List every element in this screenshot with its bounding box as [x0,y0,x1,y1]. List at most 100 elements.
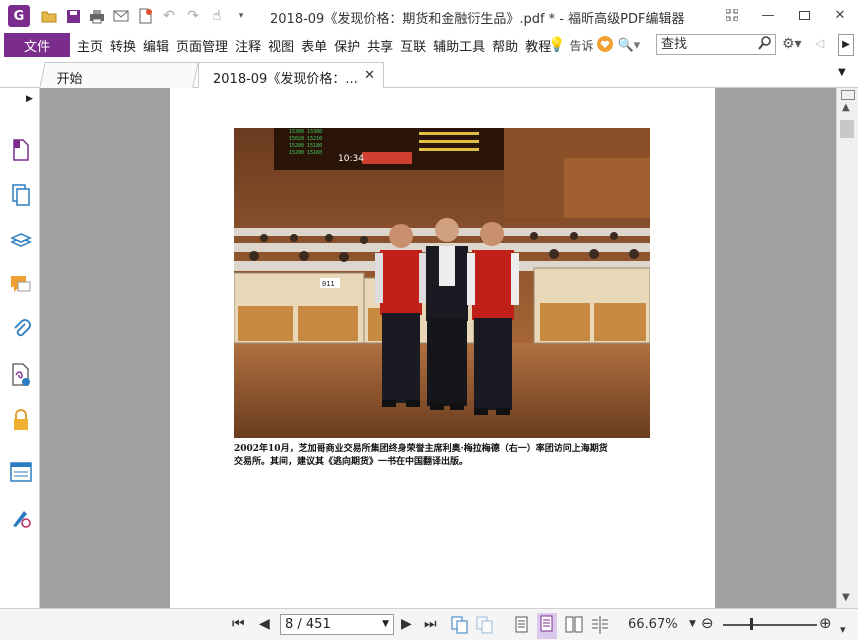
attachment-paperclip-icon[interactable] [10,318,32,342]
scroll-down-icon[interactable]: ▼ [842,592,850,603]
security-lock-icon[interactable] [10,408,32,432]
window-title: 2018-09《发现价格：期货和金融衍生品》.pdf * - 福昕高级PDF编辑… [270,12,685,27]
email-icon[interactable] [112,7,130,25]
facing-view-icon[interactable] [565,616,583,638]
menu-comment[interactable]: 注释 [232,36,264,55]
lightbulb-icon: 💡 [548,37,566,53]
form-fields-icon[interactable] [10,460,32,484]
expand-panel-icon[interactable]: ▶ [26,94,33,104]
tab-start-label: 开始 [56,72,83,87]
continuous-view-icon[interactable] [537,613,557,639]
layers-icon[interactable] [10,228,32,252]
svg-text:15020 15210: 15020 15210 [289,136,322,142]
save-icon[interactable] [64,7,82,25]
page-dropdown-icon[interactable]: ▼ [382,615,389,634]
page-number-value: 8 / 451 [285,617,331,632]
search-options-icon[interactable]: 🔍▾ [617,38,640,53]
vertical-scrollbar[interactable]: ▲ ▼ [836,88,858,608]
menu-share[interactable]: 共享 [364,36,396,55]
certificate-pen-icon[interactable] [10,506,32,530]
feedback-heart-icon[interactable] [597,35,614,55]
menu-home[interactable]: 主页 [74,36,106,55]
undo-icon[interactable]: ↶ [160,7,178,25]
title-bar: G ↶ ↷ ☝ ▾ 2018-09《发现价格：期货和金融衍生品》.pdf * -… [0,0,858,32]
scroll-up-arrow-icon[interactable] [841,90,855,100]
last-page-icon[interactable]: ⏭ [424,616,437,632]
photo-caption: 2002年10月，芝加哥商业交易所集团终身荣誉主席利奥·梅拉梅德（右一）率团访问… [234,443,654,469]
trading-floor-photo: 15300 15300 15020 15210 15200 15180 15200 1… [234,128,650,438]
menu-organize[interactable]: 页面管理 [173,36,231,55]
scrollbar-thumb[interactable] [840,120,854,138]
window-controls: — ✕ [714,0,858,30]
page-thumbnails-icon[interactable] [10,183,32,207]
svg-text:15200 15160: 15200 15160 [289,150,322,156]
search-icon[interactable] [758,36,772,56]
first-page-icon[interactable]: ⏮ [232,616,245,632]
maximize-button[interactable] [786,0,822,30]
tell-me-label[interactable]: 告诉 [569,37,593,54]
tab-list-dropdown-icon[interactable]: ▼ [838,67,846,78]
zoom-level[interactable]: 66.67% [628,617,678,632]
next-page-icon[interactable]: ▶ [401,616,412,632]
single-page-view-icon[interactable] [515,616,529,638]
menu-view[interactable]: 视图 [265,36,297,55]
tab-document[interactable]: 2018-09《发现价格：... ✕ [198,62,384,88]
zoom-out-icon[interactable]: ⊖ [701,614,714,632]
resize-grip-icon[interactable]: ▾ [840,623,846,636]
print-icon[interactable] [88,7,106,25]
file-menu-button[interactable]: 文件 [4,33,70,57]
left-navigation-panel: ▶ [0,88,42,640]
app-logo-icon: G [8,5,30,27]
menu-form[interactable]: 表单 [298,36,330,55]
next-view-icon[interactable] [476,616,494,638]
zoom-slider[interactable] [723,624,817,626]
previous-view-icon[interactable] [451,616,469,638]
open-folder-icon[interactable] [40,7,58,25]
close-tab-icon[interactable]: ✕ [364,68,375,83]
ribbon-expand-icon[interactable]: ▶ [838,34,854,56]
caption-line-2: 交易所。其间，建议其《逃向期货》一书在中国翻译出版。 [234,457,469,467]
signature-icon[interactable] [10,363,32,387]
close-button[interactable]: ✕ [822,0,858,30]
menu-help[interactable]: 帮助 [489,36,521,55]
search-placeholder: 查找 [661,37,688,52]
menu-bar: 文件 主页 转换 编辑 页面管理 注释 视图 表单 保护 共享 互联 辅助工具 … [0,32,858,58]
zoom-dropdown-icon[interactable]: ▼ [689,619,696,629]
svg-text:15200 15180: 15200 15180 [289,143,322,149]
quick-access-toolbar: ↶ ↷ ☝ ▾ [40,7,250,25]
minimize-button[interactable]: — [750,0,786,30]
zoom-slider-knob[interactable] [750,618,753,630]
desk-number: 011 [322,280,335,288]
svg-text:15300 15300: 15300 15300 [289,129,322,135]
new-document-icon[interactable] [136,7,154,25]
ribbon-collapse-icon[interactable]: ◁ [815,36,824,50]
board-time: 10:34 [338,154,364,164]
status-bar: ⏮ ◀ 8 / 451 ▼ ▶ ⏭ 66.67% ▼ ⊖ ⊕ ▾ [0,608,858,640]
customize-toolbar-dropdown-icon[interactable]: ▾ [232,7,250,25]
document-viewport[interactable]: 15300 15300 15020 15210 15200 15180 15200 1… [40,88,836,608]
comments-icon[interactable] [10,273,32,297]
menu-accessibility[interactable]: 辅助工具 [430,36,488,55]
menu-protect[interactable]: 保护 [331,36,363,55]
caption-line-1: 2002年10月，芝加哥商业交易所集团终身荣誉主席利奥·梅拉梅德（右一）率团访问… [234,444,608,454]
menu-right-tools: 💡 告诉 🔍▾ [548,32,640,58]
tab-document-label: 2018-09《发现价格：... [213,72,358,87]
redo-icon[interactable]: ↷ [184,7,202,25]
settings-gear-icon[interactable]: ⚙▾ [782,36,802,52]
zoom-in-icon[interactable]: ⊕ [819,614,832,632]
pdf-page: 15300 15300 15020 15210 15200 15180 15200 1… [170,88,715,608]
page-number-input[interactable]: 8 / 451 ▼ [280,614,394,635]
menu-edit[interactable]: 编辑 [140,36,172,55]
document-tab-strip: 开始 2018-09《发现价格：... ✕ ▼ [0,60,858,88]
menu-convert[interactable]: 转换 [107,36,139,55]
continuous-facing-view-icon[interactable] [591,616,609,638]
scroll-up-icon[interactable]: ▲ [842,102,850,113]
search-input[interactable]: 查找 [656,34,776,55]
tab-start[interactable]: 开始 [39,62,199,88]
menu-connect[interactable]: 互联 [397,36,429,55]
previous-page-icon[interactable]: ◀ [259,616,270,632]
bookmark-icon[interactable] [10,138,32,162]
hand-tool-icon[interactable]: ☝ [208,7,226,25]
restore-layout-icon[interactable] [714,0,750,30]
app-logo-letter: G [13,8,25,24]
